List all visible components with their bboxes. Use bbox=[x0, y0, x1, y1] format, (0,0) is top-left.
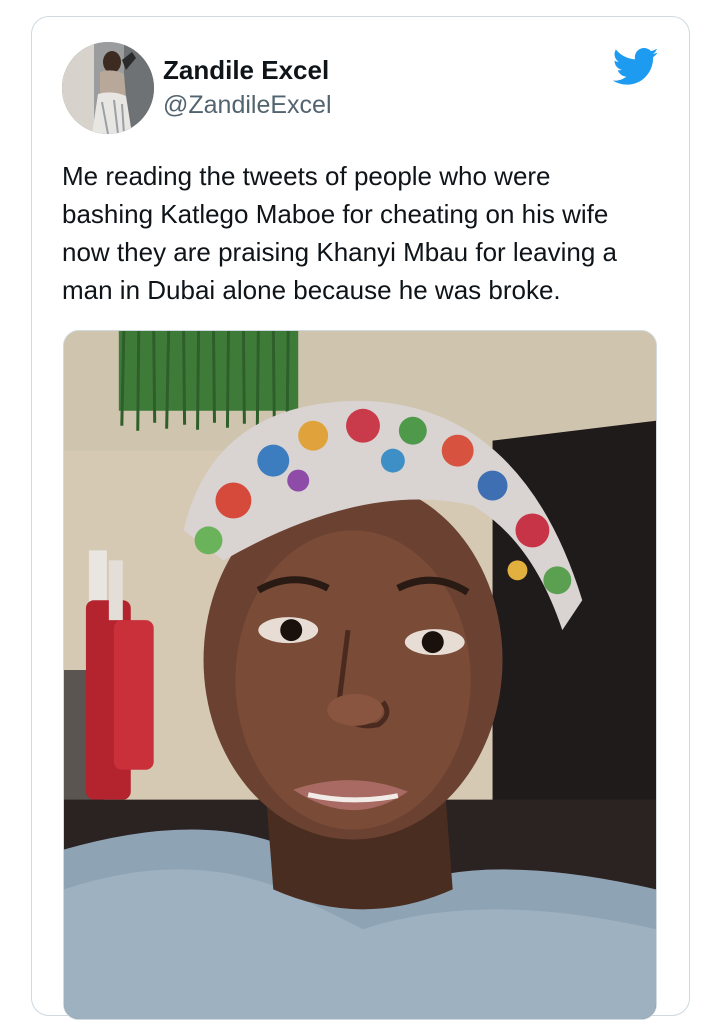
tweet-text-line: bashing Katlego Maboe for cheating on hi… bbox=[62, 199, 609, 229]
tweet-card[interactable]: Zandile Excel @ZandileExcel Me reading t… bbox=[31, 16, 690, 1020]
author-handle[interactable]: @ZandileExcel bbox=[163, 91, 332, 120]
twitter-bird-icon[interactable] bbox=[613, 47, 659, 87]
avatar-photo bbox=[62, 42, 154, 134]
author-avatar[interactable] bbox=[62, 42, 154, 134]
tweet-photo[interactable] bbox=[63, 330, 657, 1020]
author-name[interactable]: Zandile Excel bbox=[163, 55, 329, 86]
tweet-text-line: man in Dubai alone because he was broke. bbox=[62, 275, 561, 305]
tweet-text-line: now they are praising Khanyi Mbau for le… bbox=[62, 237, 617, 267]
tweet-text-line: Me reading the tweets of people who were bbox=[62, 161, 551, 191]
selfie-photo bbox=[64, 331, 656, 1019]
tweet-text: Me reading the tweets of people who were… bbox=[62, 157, 672, 309]
